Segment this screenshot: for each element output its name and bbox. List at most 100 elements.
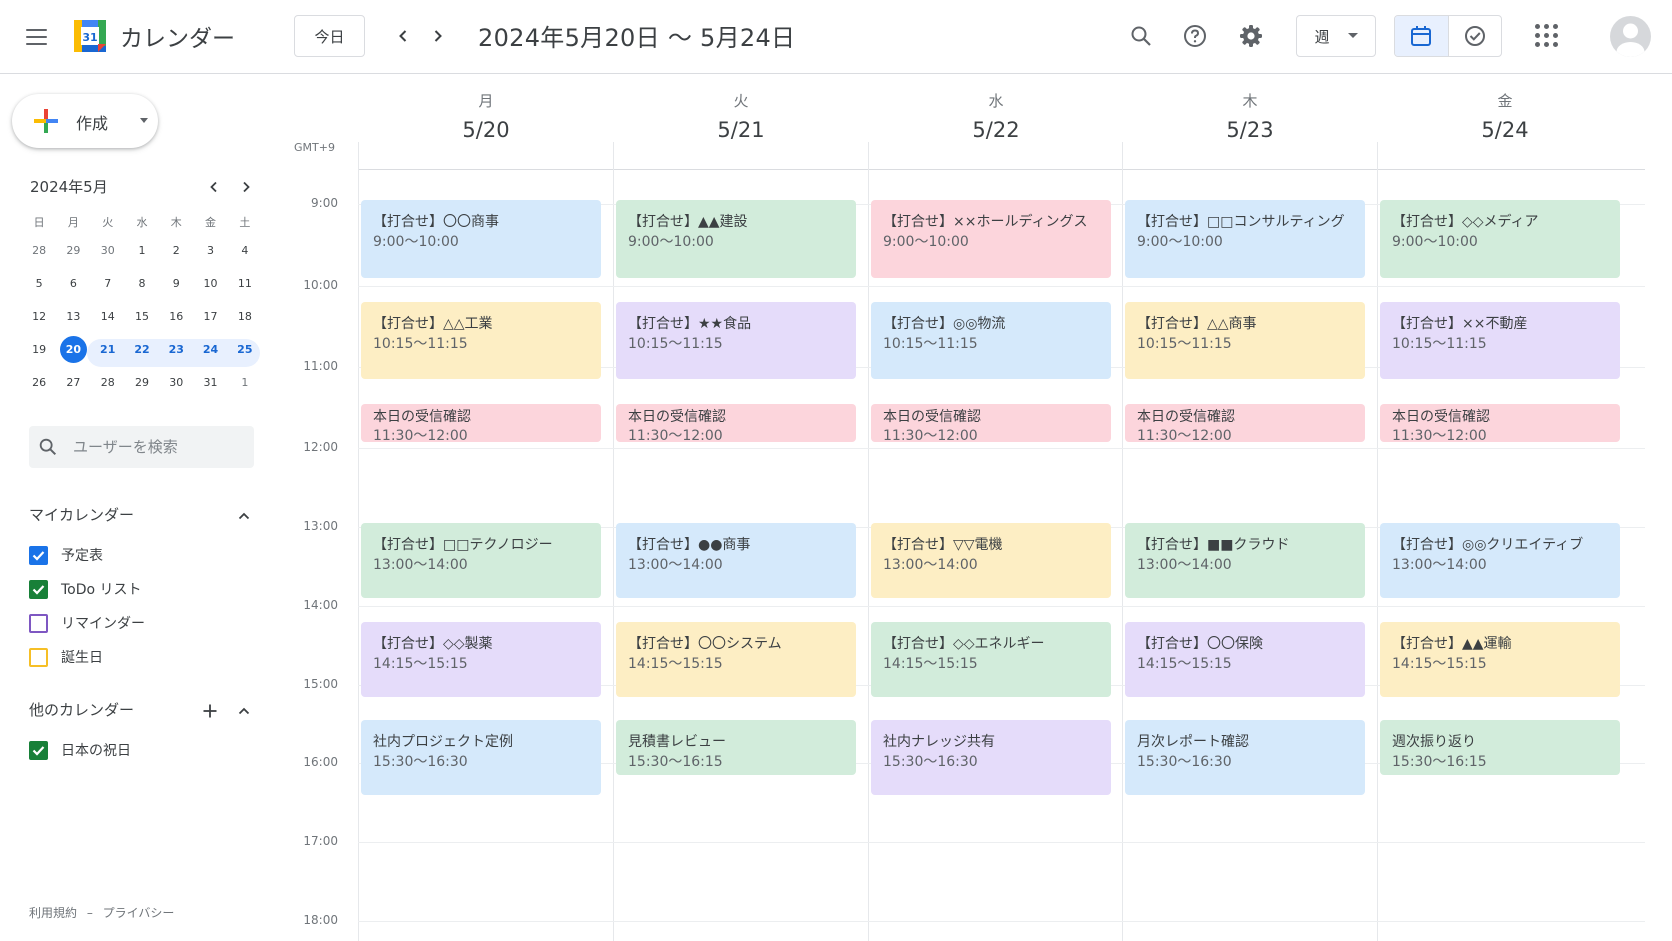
mini-day[interactable]: 30 bbox=[91, 237, 125, 265]
day-date[interactable]: 5/21 bbox=[613, 118, 869, 142]
tasks-check-icon[interactable] bbox=[1447, 16, 1501, 56]
calendar-event[interactable]: 本日の受信確認 11:30〜12:00 bbox=[361, 403, 601, 442]
checkbox-checked-icon[interactable] bbox=[29, 579, 48, 599]
mini-day[interactable]: 3 bbox=[193, 237, 227, 265]
mini-day[interactable]: 16 bbox=[159, 303, 193, 331]
calendar-event[interactable]: 【打合せ】▽▽電機 13:00〜14:00 bbox=[871, 523, 1111, 598]
mini-day[interactable]: 12 bbox=[22, 303, 56, 331]
today-button[interactable]: 今日 bbox=[294, 15, 365, 57]
day-date[interactable]: 5/20 bbox=[358, 118, 614, 142]
checkbox-unchecked-icon[interactable] bbox=[29, 613, 48, 633]
checkbox-checked-icon[interactable] bbox=[29, 545, 48, 565]
mini-day[interactable]: 4 bbox=[228, 237, 262, 265]
mini-day[interactable]: 19 bbox=[22, 336, 56, 364]
calendar-event[interactable]: 週次振り返り 15:30〜16:15 bbox=[1380, 720, 1620, 775]
calendar-event[interactable]: 【打合せ】△△商事 10:15〜11:15 bbox=[1125, 302, 1365, 380]
calendar-event[interactable]: 本日の受信確認 11:30〜12:00 bbox=[1380, 403, 1620, 442]
calendar-event[interactable]: 月次レポート確認 15:30〜16:30 bbox=[1125, 720, 1365, 795]
search-icon[interactable] bbox=[1125, 20, 1157, 52]
user-search-box[interactable] bbox=[29, 426, 254, 468]
mini-day[interactable]: 17 bbox=[193, 303, 227, 331]
checkbox-checked-icon[interactable] bbox=[29, 740, 48, 760]
calendar-event[interactable]: 【打合せ】◇◇製薬 14:15〜15:15 bbox=[361, 621, 601, 697]
google-apps-icon[interactable] bbox=[1531, 20, 1563, 52]
calendar-event[interactable]: 【打合せ】□□テクノロジー 13:00〜14:00 bbox=[361, 523, 601, 598]
calendar-event[interactable]: 【打合せ】▲▲建設 9:00〜10:00 bbox=[616, 200, 856, 278]
calendar-item[interactable]: ToDo リスト bbox=[29, 577, 142, 601]
create-button[interactable]: 作成 bbox=[12, 94, 158, 148]
collapse-chevron-up-icon[interactable] bbox=[232, 504, 256, 528]
mini-day[interactable]: 7 bbox=[91, 270, 125, 298]
day-date[interactable]: 5/22 bbox=[868, 118, 1124, 142]
calendar-event[interactable]: 【打合せ】★★食品 10:15〜11:15 bbox=[616, 302, 856, 380]
mini-day[interactable]: 1 bbox=[228, 369, 262, 397]
mini-day[interactable]: 2 bbox=[159, 237, 193, 265]
privacy-link[interactable]: プライバシー bbox=[103, 906, 175, 920]
calendar-item[interactable]: 日本の祝日 bbox=[29, 738, 131, 762]
day-date[interactable]: 5/24 bbox=[1377, 118, 1633, 142]
mini-next-month-button[interactable] bbox=[235, 176, 257, 198]
calendar-event[interactable]: 【打合せ】××不動産 10:15〜11:15 bbox=[1380, 302, 1620, 380]
calendar-event[interactable]: 【打合せ】◇◇エネルギー 14:15〜15:15 bbox=[871, 621, 1111, 697]
mini-day[interactable]: 6 bbox=[56, 270, 90, 298]
mini-day[interactable]: 22 bbox=[125, 336, 159, 364]
checkbox-unchecked-icon[interactable] bbox=[29, 647, 48, 667]
calendar-event[interactable]: 社内ナレッジ共有 15:30〜16:30 bbox=[871, 720, 1111, 795]
account-avatar[interactable] bbox=[1610, 16, 1651, 57]
calendar-view-icon[interactable] bbox=[1395, 16, 1448, 56]
mini-day[interactable]: 28 bbox=[91, 369, 125, 397]
calendar-event[interactable]: 【打合せ】××ホールディングス 9:00〜10:00 bbox=[871, 200, 1111, 278]
calendar-event[interactable]: 【打合せ】〇〇商事 9:00〜10:00 bbox=[361, 200, 601, 278]
calendar-event[interactable]: 【打合せ】■■クラウド 13:00〜14:00 bbox=[1125, 523, 1365, 598]
calendar-item[interactable]: リマインダー bbox=[29, 611, 145, 635]
calendar-item[interactable]: 誕生日 bbox=[29, 645, 103, 669]
prev-week-button[interactable] bbox=[388, 21, 418, 51]
calendar-event[interactable]: 【打合せ】▲▲運輸 14:15〜15:15 bbox=[1380, 621, 1620, 697]
mini-day[interactable]: 8 bbox=[125, 270, 159, 298]
calendar-item[interactable]: 予定表 bbox=[29, 543, 103, 567]
terms-link[interactable]: 利用規約 bbox=[29, 906, 77, 920]
next-week-button[interactable] bbox=[423, 21, 453, 51]
view-select[interactable]: 週 bbox=[1296, 15, 1376, 57]
mini-day[interactable]: 30 bbox=[159, 369, 193, 397]
mini-day[interactable]: 9 bbox=[159, 270, 193, 298]
calendar-event[interactable]: 社内プロジェクト定例 15:30〜16:30 bbox=[361, 720, 601, 795]
mini-day[interactable]: 13 bbox=[56, 303, 90, 331]
mini-day-today[interactable]: 20 bbox=[56, 336, 90, 364]
calendar-event[interactable]: 【打合せ】△△工業 10:15〜11:15 bbox=[361, 302, 601, 380]
calendar-event[interactable]: 見積書レビュー 15:30〜16:15 bbox=[616, 720, 856, 775]
mini-day[interactable]: 23 bbox=[159, 336, 193, 364]
mini-day[interactable]: 11 bbox=[228, 270, 262, 298]
mini-day[interactable]: 24 bbox=[193, 336, 227, 364]
settings-gear-icon[interactable] bbox=[1235, 20, 1267, 52]
calendar-event[interactable]: 【打合せ】〇〇システム 14:15〜15:15 bbox=[616, 621, 856, 697]
calendar-event[interactable]: 【打合せ】●●商事 13:00〜14:00 bbox=[616, 523, 856, 598]
mini-day[interactable]: 29 bbox=[125, 369, 159, 397]
main-menu-icon[interactable] bbox=[21, 22, 53, 52]
mini-day[interactable]: 31 bbox=[193, 369, 227, 397]
calendar-event[interactable]: 【打合せ】◎◎物流 10:15〜11:15 bbox=[871, 302, 1111, 380]
calendar-event[interactable]: 本日の受信確認 11:30〜12:00 bbox=[1125, 403, 1365, 442]
mini-prev-month-button[interactable] bbox=[203, 176, 225, 198]
calendar-event[interactable]: 【打合せ】□□コンサルティング 9:00〜10:00 bbox=[1125, 200, 1365, 278]
collapse-chevron-up-icon[interactable] bbox=[232, 699, 256, 723]
mini-day[interactable]: 29 bbox=[56, 237, 90, 265]
mini-day[interactable]: 1 bbox=[125, 237, 159, 265]
calendar-event[interactable]: 【打合せ】◇◇メディア 9:00〜10:00 bbox=[1380, 200, 1620, 278]
mini-day[interactable]: 15 bbox=[125, 303, 159, 331]
mini-day[interactable]: 26 bbox=[22, 369, 56, 397]
mini-day[interactable]: 18 bbox=[228, 303, 262, 331]
mini-day[interactable]: 10 bbox=[193, 270, 227, 298]
calendar-event[interactable]: 本日の受信確認 11:30〜12:00 bbox=[871, 403, 1111, 442]
add-calendar-plus-icon[interactable] bbox=[198, 699, 222, 723]
calendar-event[interactable]: 【打合せ】◎◎クリエイティブ 13:00〜14:00 bbox=[1380, 523, 1620, 598]
calendar-event[interactable]: 本日の受信確認 11:30〜12:00 bbox=[616, 403, 856, 442]
user-search-input[interactable] bbox=[73, 434, 243, 460]
mini-day[interactable]: 14 bbox=[91, 303, 125, 331]
mini-day[interactable]: 21 bbox=[91, 336, 125, 364]
mini-day[interactable]: 28 bbox=[22, 237, 56, 265]
day-date[interactable]: 5/23 bbox=[1122, 118, 1378, 142]
mini-day[interactable]: 5 bbox=[22, 270, 56, 298]
help-icon[interactable] bbox=[1179, 20, 1211, 52]
mini-day[interactable]: 25 bbox=[228, 336, 262, 364]
